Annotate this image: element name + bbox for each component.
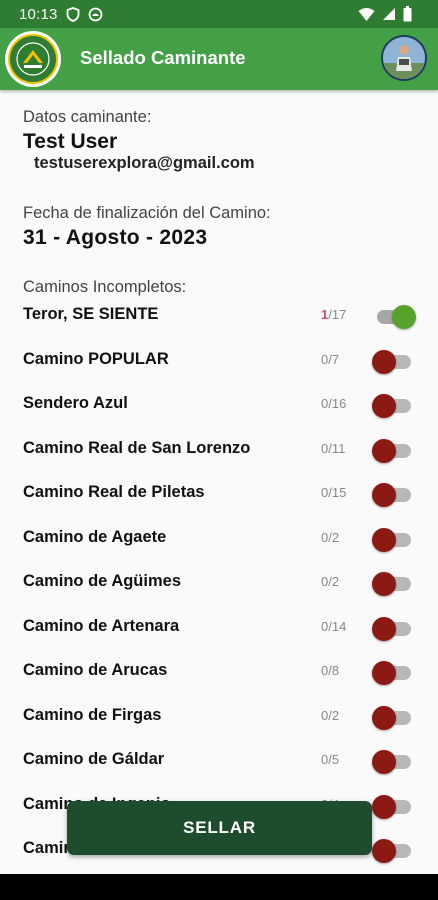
switch-thumb <box>372 394 396 418</box>
switch-thumb <box>392 305 416 329</box>
route-toggle-switch[interactable] <box>372 527 416 552</box>
route-progress-count: 0/2 <box>321 530 339 545</box>
route-toggle-switch[interactable] <box>372 394 416 418</box>
route-name: Camino de Agaete <box>23 527 167 546</box>
switch-thumb <box>372 572 396 596</box>
switch-thumb <box>372 438 396 463</box>
route-progress-count: 0/8 <box>321 663 339 678</box>
route-total-count: /16 <box>328 396 347 411</box>
main-content: Datos caminante: Test User testuserexplo… <box>0 90 438 874</box>
wifi-icon <box>358 7 375 26</box>
switch-thumb <box>372 661 396 685</box>
route-toggle-switch[interactable] <box>372 572 416 596</box>
route-row: Teror, SE SIENTE 1/17 <box>0 293 438 337</box>
route-name: Camino Real de San Lorenzo <box>23 438 251 457</box>
route-toggle-switch[interactable] <box>372 839 416 863</box>
route-toggle-switch[interactable] <box>372 661 416 685</box>
route-total-count: /5 <box>328 752 340 767</box>
switch-thumb <box>372 794 396 819</box>
route-progress-count: 0/16 <box>321 396 346 411</box>
app-notification-icon <box>88 7 103 22</box>
signal-icon <box>382 7 396 25</box>
route-total-count: /7 <box>328 351 340 367</box>
sellar-button[interactable]: SELLAR <box>67 801 372 855</box>
route-name: Sendero Azul <box>23 394 128 412</box>
route-name: Camino POPULAR <box>23 349 169 368</box>
status-bar: 10:13 <box>0 0 438 28</box>
navigation-bar <box>0 874 438 900</box>
route-row: Camino de Agüimes 0/2 <box>0 560 438 604</box>
switch-thumb <box>372 750 396 774</box>
route-progress-count: 0/2 <box>321 574 339 589</box>
route-name: Camino Real de Piletas <box>23 483 205 501</box>
route-name: Camino de Arucas <box>23 661 168 679</box>
route-toggle-switch[interactable] <box>372 794 416 819</box>
route-name: Teror, SE SIENTE <box>23 305 159 323</box>
route-row: Camino Real de Piletas 0/15 <box>0 471 438 515</box>
switch-thumb <box>372 705 396 730</box>
route-row: Sendero Azul 0/16 <box>0 382 438 426</box>
route-toggle-switch[interactable] <box>372 305 416 329</box>
finish-date: 31 - Agosto - 2023 <box>23 226 208 249</box>
user-avatar[interactable] <box>381 35 427 81</box>
route-toggle-switch[interactable] <box>372 750 416 774</box>
route-total-count: /2 <box>328 529 340 545</box>
battery-icon <box>403 6 412 26</box>
route-row: Camino de Agaete 0/2 <box>0 516 438 560</box>
route-name: Camino de Agüimes <box>23 572 181 590</box>
route-progress-count: 0/15 <box>321 485 346 500</box>
route-progress-count: 1/17 <box>321 307 346 322</box>
app-bar: Sellado Caminante <box>0 28 438 90</box>
route-name: Camino de Firgas <box>23 705 162 724</box>
route-progress-count: 0/11 <box>321 441 345 456</box>
route-toggle-switch[interactable] <box>372 349 416 374</box>
walker-section-label: Datos caminante: <box>23 108 152 126</box>
route-row: Camino Real de San Lorenzo 0/11 <box>0 427 438 471</box>
route-row: Camino de Arucas 0/8 <box>0 649 438 693</box>
route-total-count: /17 <box>328 307 347 322</box>
route-progress-count: 0/5 <box>321 752 339 767</box>
route-toggle-switch[interactable] <box>372 483 416 507</box>
route-toggle-switch[interactable] <box>372 616 416 641</box>
route-total-count: /15 <box>328 485 347 500</box>
shield-notification-icon <box>66 6 80 22</box>
route-total-count: /2 <box>328 574 340 589</box>
route-name: Camino de Gáldar <box>23 750 165 768</box>
finish-date-label: Fecha de finalización del Camino: <box>23 204 271 222</box>
route-progress-count: 0/14 <box>321 619 346 634</box>
route-row: Camino POPULAR 0/7 <box>0 338 438 382</box>
switch-thumb <box>372 527 396 552</box>
route-name: Camino de Artenara <box>23 616 180 635</box>
route-progress-count: 0/7 <box>321 352 339 367</box>
status-time: 10:13 <box>19 5 58 23</box>
switch-thumb <box>372 483 396 507</box>
switch-thumb <box>372 349 396 374</box>
route-total-count: /14 <box>328 618 347 634</box>
route-row: Camino de Gáldar 0/5 <box>0 738 438 782</box>
route-row: Camino de Artenara 0/14 <box>0 605 438 649</box>
app-logo <box>5 31 61 87</box>
user-name: Test User <box>23 130 118 153</box>
user-email: testuserexplora@gmail.com <box>34 154 255 172</box>
route-toggle-switch[interactable] <box>372 438 416 463</box>
route-row: Camino de Firgas 0/2 <box>0 694 438 738</box>
route-progress-count: 0/2 <box>321 708 339 723</box>
route-total-count: /11 <box>328 440 346 456</box>
route-total-count: /8 <box>328 663 340 678</box>
switch-thumb <box>372 616 396 641</box>
switch-thumb <box>372 839 396 863</box>
app-title: Sellado Caminante <box>80 47 246 68</box>
route-total-count: /2 <box>328 707 340 723</box>
route-toggle-switch[interactable] <box>372 705 416 730</box>
